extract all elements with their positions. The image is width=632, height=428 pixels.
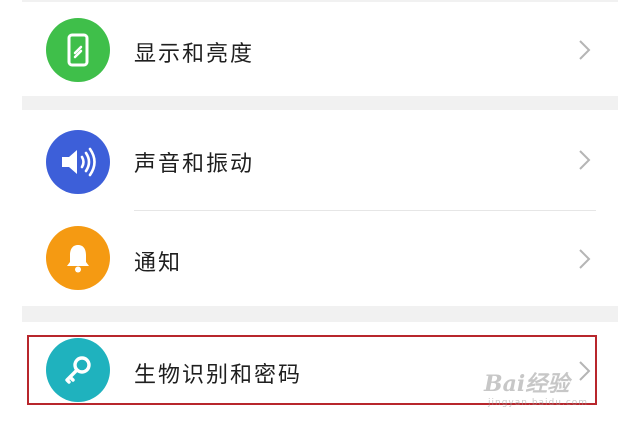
section-gap xyxy=(22,0,618,2)
settings-item-label: 生物识别和密码 xyxy=(134,363,303,388)
speaker-icon-badge xyxy=(46,130,110,194)
display-icon xyxy=(67,33,89,67)
settings-item-label: 声音和振动 xyxy=(134,152,255,177)
bell-icon-badge xyxy=(46,226,110,290)
section-gap xyxy=(22,306,618,322)
settings-item-label: 显示和亮度 xyxy=(134,42,255,67)
key-icon xyxy=(65,356,91,384)
chevron-right-icon xyxy=(579,40,591,60)
speaker-icon xyxy=(62,147,96,177)
settings-item-notifications[interactable]: 通知 xyxy=(22,211,618,306)
watermark-logo: Bai经验 xyxy=(484,371,570,397)
section-gap xyxy=(22,96,618,110)
settings-item-label: 通知 xyxy=(134,251,183,276)
bell-icon xyxy=(67,245,89,273)
chevron-right-icon xyxy=(579,150,591,170)
baidu-jingyan-watermark: Bai经验 jingyan.baidu.com xyxy=(484,356,604,416)
settings-page: 显示和亮度 声音和振动 通知 生物识别和密码 Bai经验 jingyan.bai… xyxy=(0,0,632,428)
watermark-url: jingyan.baidu.com xyxy=(488,398,589,408)
chevron-right-icon xyxy=(579,249,591,269)
key-icon-badge xyxy=(46,338,110,402)
settings-item-display[interactable]: 显示和亮度 xyxy=(22,4,618,96)
settings-item-sound[interactable]: 声音和振动 xyxy=(22,110,618,210)
display-icon-badge xyxy=(46,18,110,82)
